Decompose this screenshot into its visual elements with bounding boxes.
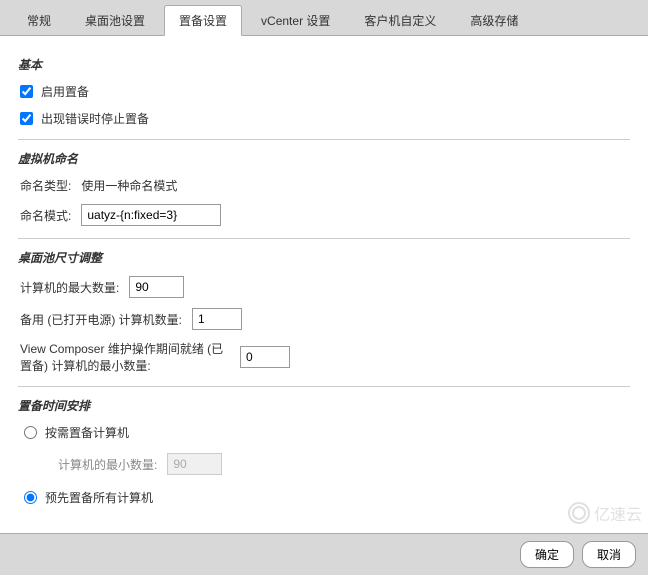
ok-button[interactable]: 确定 <box>520 541 574 568</box>
min-machines-input <box>167 453 222 475</box>
cancel-button[interactable]: 取消 <box>582 541 636 568</box>
min-ready-row: View Composer 维护操作期间就绪 (已置备) 计算机的最小数量: <box>20 340 630 374</box>
tab-vcenter-settings[interactable]: vCenter 设置 <box>246 5 345 35</box>
min-ready-input[interactable] <box>240 346 290 368</box>
section-timing-title: 置备时间安排 <box>18 397 630 414</box>
max-machines-input[interactable] <box>129 276 184 298</box>
naming-pattern-label: 命名模式: <box>20 207 71 224</box>
enable-provisioning-checkbox[interactable] <box>20 85 33 98</box>
naming-pattern-row: 命名模式: <box>20 204 630 226</box>
enable-provisioning-label: 启用置备 <box>41 83 89 100</box>
stop-on-error-checkbox[interactable] <box>20 112 33 125</box>
section-vm-naming-title: 虚拟机命名 <box>18 150 630 167</box>
upfront-radio[interactable] <box>24 491 37 504</box>
on-demand-radio[interactable] <box>24 426 37 439</box>
enable-provisioning-row: 启用置备 <box>20 83 630 100</box>
stop-on-error-row: 出现错误时停止置备 <box>20 110 630 127</box>
naming-pattern-input[interactable] <box>81 204 221 226</box>
divider <box>18 139 630 140</box>
footer-bar: 确定 取消 <box>0 533 648 575</box>
min-machines-row: 计算机的最小数量: <box>58 453 630 475</box>
tab-pool-settings[interactable]: 桌面池设置 <box>70 5 160 35</box>
tab-guest-customization[interactable]: 客户机自定义 <box>349 5 451 35</box>
spare-machines-input[interactable] <box>192 308 242 330</box>
spare-machines-label: 备用 (已打开电源) 计算机数量: <box>20 311 182 328</box>
max-machines-row: 计算机的最大数量: <box>20 276 630 298</box>
upfront-row: 预先置备所有计算机 <box>24 489 630 506</box>
tab-general[interactable]: 常规 <box>12 5 66 35</box>
spare-machines-row: 备用 (已打开电源) 计算机数量: <box>20 308 630 330</box>
min-ready-label: View Composer 维护操作期间就绪 (已置备) 计算机的最小数量: <box>20 340 230 374</box>
divider <box>18 386 630 387</box>
content-pane: 基本 启用置备 出现错误时停止置备 虚拟机命名 命名类型: 使用一种命名模式 命… <box>0 36 648 526</box>
tab-provisioning-settings[interactable]: 置备设置 <box>164 5 242 36</box>
upfront-label: 预先置备所有计算机 <box>45 489 153 506</box>
on-demand-row: 按需置备计算机 <box>24 424 630 441</box>
naming-type-label: 命名类型: <box>20 177 71 194</box>
naming-type-value: 使用一种命名模式 <box>81 177 177 194</box>
max-machines-label: 计算机的最大数量: <box>20 279 119 296</box>
stop-on-error-label: 出现错误时停止置备 <box>41 110 149 127</box>
divider <box>18 238 630 239</box>
min-machines-label: 计算机的最小数量: <box>58 456 157 473</box>
on-demand-label: 按需置备计算机 <box>45 424 129 441</box>
tab-advanced-storage[interactable]: 高级存储 <box>455 5 533 35</box>
naming-type-row: 命名类型: 使用一种命名模式 <box>20 177 630 194</box>
section-pool-sizing-title: 桌面池尺寸调整 <box>18 249 630 266</box>
tab-bar: 常规 桌面池设置 置备设置 vCenter 设置 客户机自定义 高级存储 <box>0 0 648 36</box>
section-basic-title: 基本 <box>18 56 630 73</box>
